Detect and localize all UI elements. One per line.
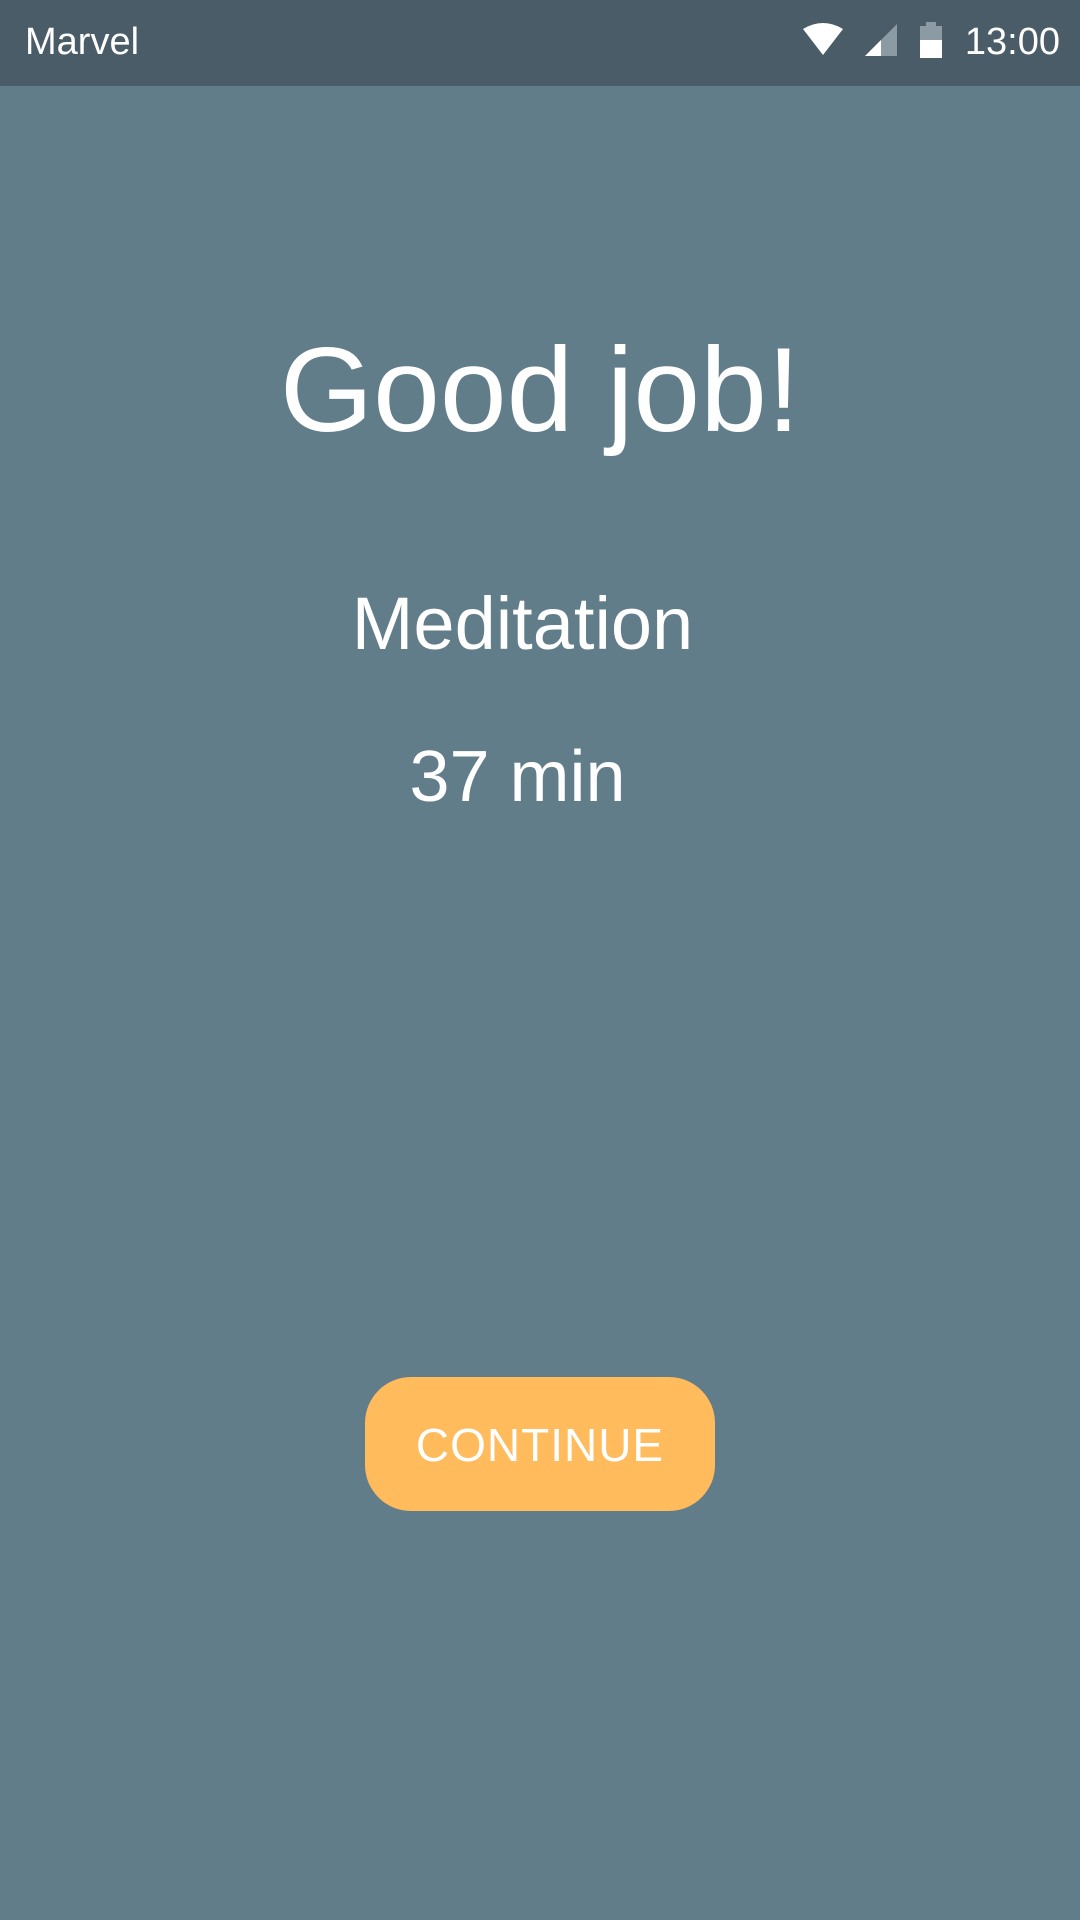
- wifi-icon: [802, 22, 843, 62]
- continue-button[interactable]: CONTINUE: [365, 1377, 715, 1511]
- cell-signal-icon: [864, 23, 897, 61]
- activity-duration: 37 min: [409, 737, 626, 817]
- status-time: 13:00: [964, 21, 1060, 63]
- status-icons: 13:00: [802, 18, 1060, 66]
- status-app-name: Marvel: [25, 21, 140, 63]
- status-bar: Marvel 13:00: [0, 0, 1080, 86]
- page-title: Good job!: [279, 323, 801, 457]
- activity-name: Meditation: [351, 582, 694, 665]
- battery-icon: [919, 21, 943, 63]
